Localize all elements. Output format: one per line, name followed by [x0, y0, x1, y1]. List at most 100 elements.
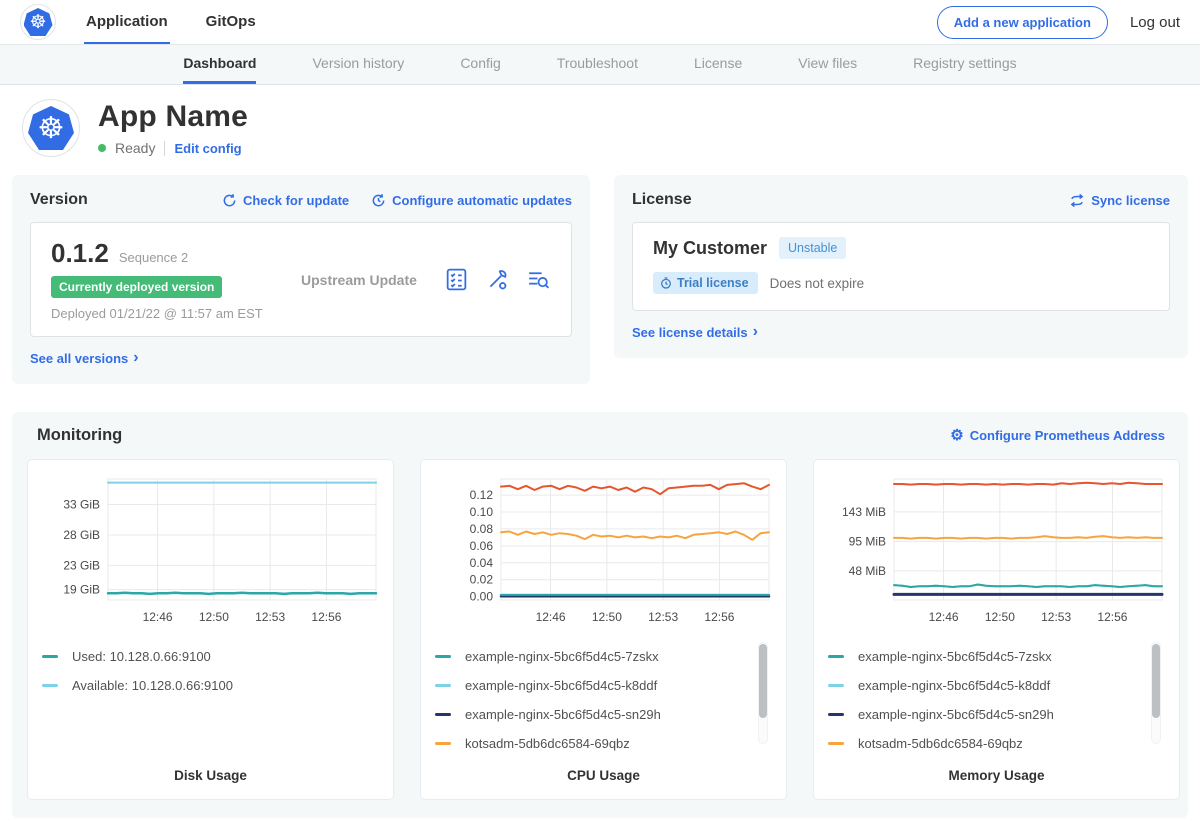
deployed-timestamp: Deployed 01/21/22 @ 11:57 am EST	[51, 306, 301, 321]
license-type-badge: Trial license	[653, 272, 758, 294]
monitoring-title: Monitoring	[37, 426, 122, 445]
legend-color-dash	[435, 684, 451, 687]
chart-title: Disk Usage	[42, 768, 379, 783]
gear-icon: ⚙	[950, 428, 963, 443]
svg-text:0.08: 0.08	[470, 521, 494, 535]
legend-color-dash	[435, 655, 451, 658]
tab-config[interactable]: Config	[460, 45, 500, 84]
page-title: App Name	[98, 100, 248, 134]
memory-usage-chart-card: 48 MiB95 MiB143 MiB12:4612:5012:5312:56 …	[813, 459, 1180, 800]
svg-text:12:50: 12:50	[199, 610, 229, 624]
svg-text:12:53: 12:53	[255, 610, 285, 624]
nav-tab-gitops[interactable]: GitOps	[204, 0, 258, 44]
cpu-usage-chart-card: 0.000.020.040.060.080.100.1212:4612:5012…	[420, 459, 787, 800]
monitoring-section: Monitoring ⚙ Configure Prometheus Addres…	[12, 412, 1188, 818]
legend-item: example-nginx-5bc6f5d4c5-k8ddf	[828, 671, 1165, 700]
legend-series-name: example-nginx-5bc6f5d4c5-sn29h	[858, 707, 1054, 722]
legend-item: example-nginx-5bc6f5d4c5-k8ddf	[435, 671, 772, 700]
logout-link[interactable]: Log out	[1130, 14, 1180, 31]
legend-item: example-nginx-5bc6f5d4c5-sn29h	[828, 700, 1165, 729]
app-header: ☸ App Name Ready Edit config	[0, 85, 1200, 169]
disk-usage-chart: 19 GiB23 GiB28 GiB33 GiB12:4612:5012:531…	[42, 472, 381, 630]
kubernetes-logo[interactable]: ☸	[20, 0, 56, 44]
tab-registry-settings[interactable]: Registry settings	[913, 45, 1016, 84]
svg-text:12:53: 12:53	[648, 610, 678, 624]
version-panel-title: Version	[30, 191, 88, 209]
svg-text:12:56: 12:56	[704, 610, 734, 624]
customer-name: My Customer	[653, 238, 767, 259]
svg-text:0.02: 0.02	[470, 572, 494, 586]
refresh-icon	[222, 193, 237, 208]
deployed-badge: Currently deployed version	[51, 276, 222, 298]
version-number: 0.1.2	[51, 238, 109, 269]
legend-color-dash	[42, 684, 58, 687]
config-wrench-icon[interactable]	[485, 267, 510, 292]
scrollbar-thumb[interactable]	[1152, 644, 1160, 718]
svg-text:33 GiB: 33 GiB	[63, 497, 100, 511]
legend-color-dash	[828, 655, 844, 658]
svg-text:48 MiB: 48 MiB	[849, 563, 886, 577]
legend-item: kotsadm-5db6dc6584-69qbz	[435, 729, 772, 758]
tab-license[interactable]: License	[694, 45, 742, 84]
svg-text:143 MiB: 143 MiB	[842, 504, 886, 518]
license-card: My Customer Unstable Trial license Does …	[632, 222, 1170, 311]
chevron-right-icon: ›	[133, 350, 138, 366]
check-for-update-link[interactable]: Check for update	[222, 193, 349, 208]
legend-item: example-nginx-5bc6f5d4c5-7zskx	[828, 642, 1165, 671]
kubernetes-logo-badge: ☸	[20, 4, 56, 40]
legend-series-name: kotsadm-5db6dc6584-69qbz	[858, 736, 1023, 751]
legend-item: Used: 10.128.0.66:9100	[42, 642, 379, 671]
sync-license-link[interactable]: Sync license	[1069, 193, 1170, 208]
tab-troubleshoot[interactable]: Troubleshoot	[557, 45, 638, 84]
kubernetes-wheel-icon: ☸	[24, 8, 53, 36]
memory-usage-legend: example-nginx-5bc6f5d4c5-7zskx example-ng…	[828, 642, 1165, 760]
cpu-usage-legend: example-nginx-5bc6f5d4c5-7zskxexample-ng…	[435, 642, 772, 760]
configure-prometheus-link[interactable]: ⚙ Configure Prometheus Address	[950, 428, 1165, 443]
legend-series-name: Used: 10.128.0.66:9100	[72, 649, 211, 664]
legend-color-dash	[828, 713, 844, 716]
legend-scrollbar[interactable]	[1151, 642, 1161, 744]
tab-dashboard[interactable]: Dashboard	[183, 45, 256, 84]
legend-color-dash	[435, 713, 451, 716]
version-sequence: Sequence 2	[119, 250, 188, 265]
svg-text:0.00: 0.00	[470, 589, 494, 603]
legend-series-name: example-nginx-5bc6f5d4c5-k8ddf	[858, 678, 1050, 693]
svg-text:0.06: 0.06	[470, 538, 494, 552]
tab-version-history[interactable]: Version history	[312, 45, 404, 84]
chart-title: CPU Usage	[435, 768, 772, 783]
svg-text:0.10: 0.10	[470, 505, 494, 519]
legend-color-dash	[42, 655, 58, 658]
tab-view-files[interactable]: View files	[798, 45, 857, 84]
configure-automatic-updates-link[interactable]: Configure automatic updates	[371, 193, 572, 208]
add-application-button[interactable]: Add a new application	[937, 6, 1108, 39]
legend-scrollbar[interactable]	[758, 642, 768, 744]
svg-text:95 MiB: 95 MiB	[849, 534, 886, 548]
sync-arrows-icon	[1069, 193, 1085, 208]
svg-text:12:46: 12:46	[143, 610, 173, 624]
version-panel: Version Check for update Configure autom…	[12, 175, 590, 384]
see-all-versions-link[interactable]: See all versions ›	[30, 350, 139, 366]
legend-series-name: example-nginx-5bc6f5d4c5-k8ddf	[465, 678, 657, 693]
chevron-right-icon: ›	[753, 324, 758, 340]
channel-badge: Unstable	[779, 237, 846, 259]
header-right: Add a new application Log out	[937, 0, 1180, 44]
svg-text:28 GiB: 28 GiB	[63, 527, 100, 541]
see-license-details-link[interactable]: See license details ›	[632, 324, 758, 340]
timer-icon	[660, 277, 672, 289]
chart-title: Memory Usage	[828, 768, 1165, 783]
scrollbar-thumb[interactable]	[759, 644, 767, 718]
preflight-checks-icon[interactable]	[444, 267, 469, 292]
svg-text:12:50: 12:50	[592, 610, 622, 624]
edit-config-link[interactable]: Edit config	[174, 141, 241, 156]
svg-text:12:56: 12:56	[311, 610, 341, 624]
legend-color-dash	[828, 684, 844, 687]
svg-text:19 GiB: 19 GiB	[63, 582, 100, 596]
legend-color-dash	[828, 742, 844, 745]
svg-text:12:46: 12:46	[536, 610, 566, 624]
view-logs-icon[interactable]	[526, 267, 551, 292]
legend-item: example-nginx-5bc6f5d4c5-sn29h	[435, 700, 772, 729]
legend-series-name: kotsadm-5db6dc6584-69qbz	[465, 736, 630, 751]
svg-text:12:50: 12:50	[985, 610, 1015, 624]
nav-tab-application[interactable]: Application	[84, 0, 170, 44]
disk-usage-legend: Used: 10.128.0.66:9100Available: 10.128.…	[42, 642, 379, 760]
